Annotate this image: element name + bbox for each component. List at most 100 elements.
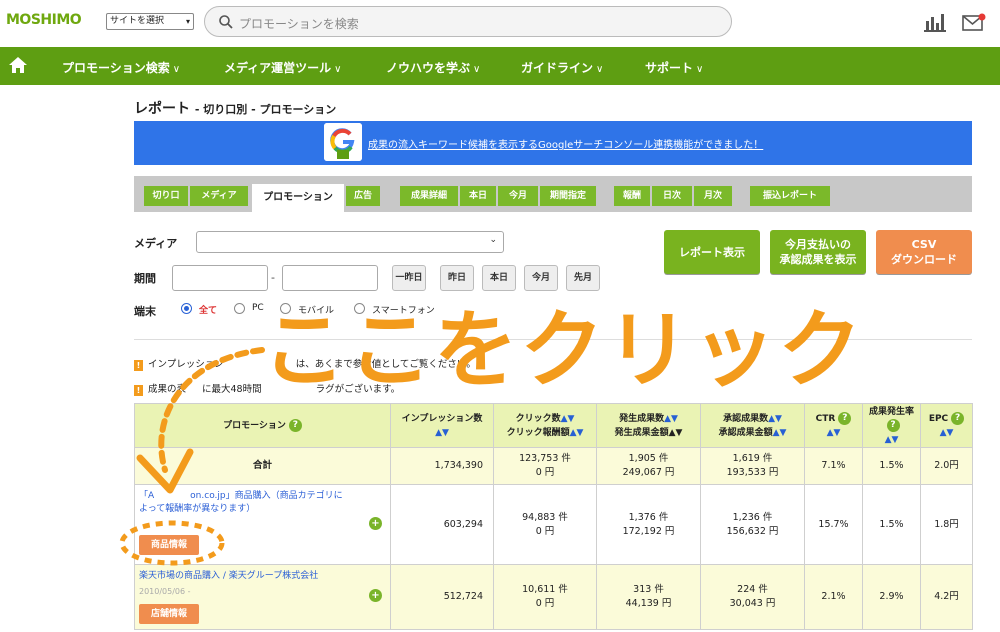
main-nav: プロモーション検索 ∨ メディア運営ツール ∨ ノウハウを学ぶ ∨ ガイドライン ∨ サ… [0, 47, 1000, 85]
sort-arrows-icon[interactable]: ▲▼ [570, 428, 584, 438]
note-text: に最大48時間 [202, 384, 262, 395]
nav-promotion-search[interactable]: プロモーション検索 ∨ [62, 59, 180, 76]
media-select[interactable]: ⌄ [196, 231, 504, 253]
page-title: レポート - 切り口別 - プロモーション [134, 98, 336, 118]
help-icon[interactable]: ? [838, 411, 852, 425]
total-generated-cell: 1,905 件 249,067 円 [596, 447, 701, 485]
promotion-link[interactable]: 「A on.co.jp」商品購入（商品カテゴリに よって報酬率が異なります） [139, 490, 386, 516]
sort-arrows-icon[interactable]: ▲▼ [773, 428, 787, 438]
banner-link[interactable]: 成果の流入キーワード候補を表示するGoogleサーチコンソール連携機能ができまし… [368, 136, 763, 151]
col-header-cvr: 成果発生率? ▲▼ [862, 403, 921, 448]
media-label: メディア [134, 237, 178, 250]
total-approved-amount: 193,533 円 [726, 467, 779, 478]
shop-info-button[interactable]: 店舗情報 [139, 604, 200, 624]
tab-promotion[interactable]: プロモーション [252, 184, 344, 212]
sort-arrows-icon[interactable]: ▲▼ [940, 428, 954, 438]
moshimo-logo[interactable]: MOSHIMO [6, 12, 82, 28]
product-info-button[interactable]: 商品情報 [139, 535, 200, 555]
tab-monthly[interactable]: 月次 [694, 186, 732, 206]
row-approved: 224 件 [737, 584, 768, 595]
mail-icon[interactable] [962, 13, 986, 31]
period-start-input[interactable] [172, 265, 268, 291]
last-month-button[interactable]: 先月 [566, 265, 600, 291]
site-select-dropdown[interactable]: サイトを選択 ▾ [106, 13, 194, 30]
header-label: クリック数 [515, 413, 561, 424]
row-epc: 4.2円 [920, 564, 973, 630]
col-header-clicks: クリック数▲▼ クリック報酬額▲▼ [493, 403, 597, 448]
tab-ad[interactable]: 広告 [346, 186, 380, 206]
nav-support[interactable]: サポート ∨ [645, 59, 703, 76]
tab-reward[interactable]: 報酬 [614, 186, 650, 206]
show-report-button[interactable]: レポート表示 [664, 230, 760, 274]
click-here-annotation: ここをクリック [262, 301, 865, 399]
row-click-reward: 0 円 [535, 525, 555, 537]
row-ctr: 15.7% [804, 484, 863, 565]
show-approved-button[interactable]: 今月支払いの 承認成果を表示 [770, 230, 866, 274]
total-impressions: 1,734,390 [390, 447, 494, 485]
sort-arrows-icon[interactable]: ▲▼ [885, 435, 899, 445]
header-label: CTR [815, 413, 836, 424]
yesterday-button[interactable]: 昨日 [440, 265, 474, 291]
sort-arrows-icon[interactable]: ▲▼ [561, 414, 575, 424]
col-header-epc: EPC? ▲▼ [920, 403, 973, 448]
expand-plus-icon[interactable]: + [369, 517, 382, 530]
table-header-row: プロモーション? インプレッション数 ▲▼ クリック数▲▼ クリック報酬額▲▼ 発生… [134, 403, 973, 448]
button-label-line1: CSV [911, 238, 937, 251]
row-click-reward: 0 円 [535, 598, 555, 609]
chevron-down-icon: ∨ [172, 64, 181, 75]
bar-chart-icon[interactable] [924, 12, 946, 32]
header-label: 成果発生率 [868, 406, 914, 417]
period-end-input[interactable] [282, 265, 378, 291]
csv-download-button[interactable]: CSV ダウンロード [876, 230, 972, 274]
promotion-search-input[interactable]: プロモーションを検索 [204, 6, 732, 37]
sort-arrows-icon[interactable]: ▲▼ [664, 414, 678, 424]
tab-kirikuchi[interactable]: 切り口 [144, 186, 188, 206]
row-clicks: 10,611 件 [522, 584, 568, 595]
row-generated-cell: 1,376 件 172,192 円 [596, 484, 701, 565]
help-icon[interactable]: ? [886, 418, 900, 432]
promotion-name-part: よって報酬率が異なります） [139, 504, 256, 514]
expand-plus-icon[interactable]: + [369, 589, 382, 602]
button-label-line1: 今月支払いの [785, 238, 851, 251]
chevron-down-icon: ∨ [596, 64, 604, 75]
tab-result-detail[interactable]: 成果詳細 [400, 186, 458, 206]
nav-media-tools[interactable]: メディア運営ツール ∨ [224, 59, 342, 76]
device-radio-all[interactable] [181, 303, 192, 314]
col-header-impressions: インプレッション数 ▲▼ [390, 403, 494, 448]
home-icon[interactable] [8, 56, 28, 74]
tab-transfer-report[interactable]: 振込レポート [750, 186, 830, 206]
sort-arrows-icon[interactable]: ▲▼ [768, 414, 782, 424]
total-generated: 1,905 件 [628, 453, 669, 464]
tab-today[interactable]: 本日 [460, 186, 496, 206]
nav-guideline[interactable]: ガイドライン ∨ [521, 59, 603, 76]
total-clicks-cell: 123,753 件 0 円 [493, 447, 597, 485]
nav-label: メディア運営ツール [224, 61, 332, 75]
today-button[interactable]: 本日 [482, 265, 516, 291]
device-radio-pc[interactable] [234, 303, 245, 314]
row-approved-amount: 30,043 円 [729, 598, 776, 609]
header-label: プロモーション [223, 420, 286, 431]
site-select-label: サイトを選択 [110, 16, 165, 26]
tab-daily[interactable]: 日次 [652, 186, 692, 206]
button-label-line2: 承認成果を表示 [779, 253, 857, 266]
announcement-banner: 成果の流入キーワード候補を表示するGoogleサーチコンソール連携機能ができまし… [134, 121, 972, 165]
sort-arrows-icon[interactable]: ▲▼ [827, 428, 841, 438]
col-header-approved: 承認成果数▲▼ 承認成果金額▲▼ [700, 403, 805, 448]
device-label-all[interactable]: 全て [199, 303, 217, 316]
row-approved-cell: 1,236 件 156,632 円 [700, 484, 805, 565]
promotion-date: 2010/05/06 - [139, 587, 191, 596]
tab-media[interactable]: メディア [190, 186, 248, 206]
device-label: 端末 [134, 305, 156, 318]
tab-period[interactable]: 期間指定 [540, 186, 596, 206]
sort-arrows-icon[interactable]: ▲▼ [669, 428, 683, 438]
this-month-button[interactable]: 今月 [524, 265, 558, 291]
help-icon[interactable]: ? [951, 411, 965, 425]
search-icon [219, 15, 233, 29]
sort-arrows-icon[interactable]: ▲▼ [435, 428, 449, 438]
tab-this-month[interactable]: 今月 [498, 186, 538, 206]
day-before-yesterday-button[interactable]: 一昨日 [392, 265, 426, 291]
header-label: 承認成果金額 [718, 427, 773, 438]
help-icon[interactable]: ? [288, 418, 302, 432]
promotion-link[interactable]: 楽天市場の商品購入 / 楽天グループ株式会社 [139, 570, 386, 583]
nav-knowhow[interactable]: ノウハウを学ぶ ∨ [386, 59, 480, 76]
